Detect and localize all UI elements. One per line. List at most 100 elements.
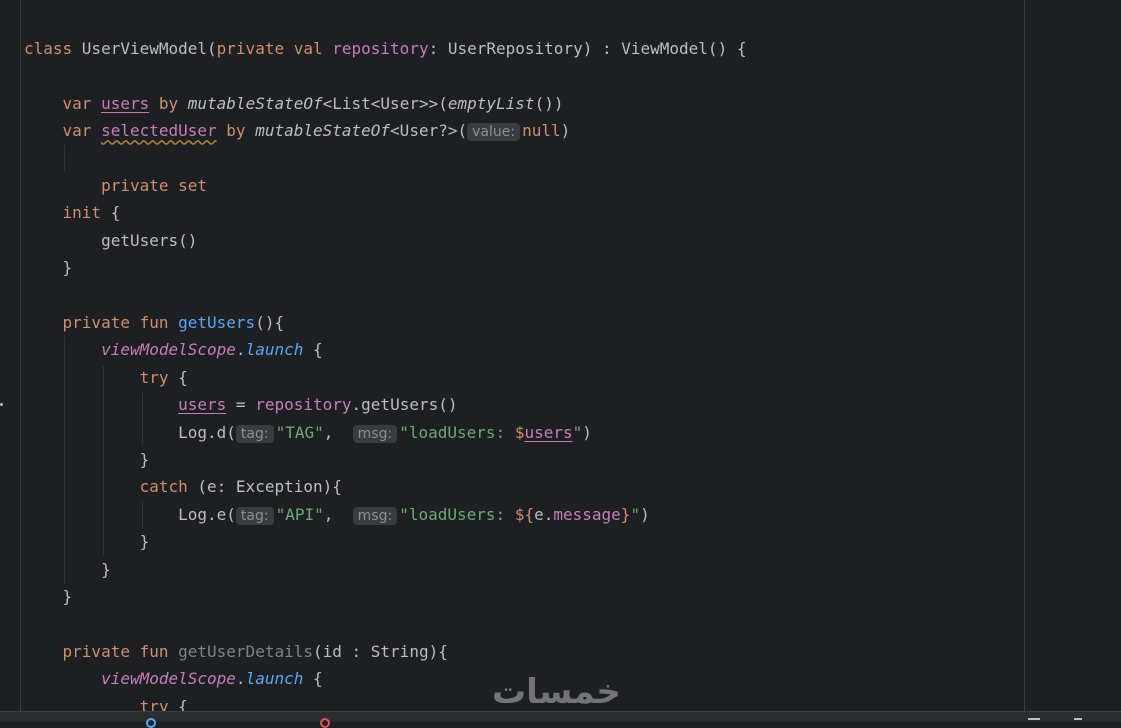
- code-token: launch: [245, 669, 304, 689]
- code-line[interactable]: private set: [24, 172, 207, 199]
- code-token: var: [62, 93, 102, 113]
- code-token: message: [553, 504, 621, 524]
- code-token: }: [24, 559, 111, 579]
- error-icon[interactable]: [320, 718, 330, 728]
- code-line[interactable]: }: [24, 528, 150, 555]
- code-token: emptyList: [447, 93, 535, 113]
- code-token: repository: [255, 395, 352, 415]
- code-token: : UserRepository) : ViewModel() {: [428, 39, 747, 58]
- code-token: private set: [101, 176, 208, 195]
- parameter-hint: msg:: [352, 506, 398, 525]
- code-token: repository: [332, 39, 429, 58]
- code-token: {: [178, 367, 188, 387]
- code-token: e.: [534, 504, 554, 524]
- code-token: ,: [323, 422, 353, 442]
- code-token: }: [620, 504, 631, 524]
- code-line[interactable]: init {: [24, 199, 121, 226]
- code-token: <User?>(: [390, 121, 468, 141]
- code-token: ): [582, 422, 592, 442]
- code-line[interactable]: try {: [24, 364, 188, 391]
- code-line[interactable]: private fun getUserDetails(id : String){: [24, 638, 448, 665]
- code-token: viewModelScope: [101, 669, 236, 689]
- code-token: {: [303, 669, 323, 689]
- code-token: init: [62, 203, 111, 223]
- code-editor[interactable]: r class UserViewModel(private val reposi…: [0, 0, 1121, 721]
- parameter-hint: tag:: [235, 506, 274, 525]
- parameter-hint: value:: [467, 123, 521, 142]
- code-line[interactable]: getUsers(): [24, 227, 197, 254]
- code-token: selectedUser: [101, 121, 217, 141]
- code-token: viewModelScope: [101, 340, 236, 360]
- watermark-logo: خمسات: [492, 672, 621, 712]
- code-line[interactable]: }: [24, 583, 73, 610]
- code-token: try: [139, 367, 179, 387]
- code-token: (e: Exception){: [197, 477, 342, 497]
- code-token: null: [522, 121, 561, 141]
- code-token: launch: [245, 340, 304, 360]
- code-token: (id : String){: [312, 641, 448, 661]
- code-token: class: [24, 39, 82, 58]
- code-line[interactable]: Log.d(tag: "TAG", msg: "loadUsers: $users"…: [24, 419, 592, 446]
- code-token: users: [524, 422, 573, 442]
- code-token: ${: [514, 504, 535, 524]
- code-token: users: [178, 395, 227, 415]
- code-token: (){: [255, 313, 285, 332]
- right-margin-guide: [1024, 0, 1025, 721]
- code-token: Log.d(: [24, 422, 236, 442]
- code-token: UserViewModel(: [81, 39, 217, 58]
- code-line[interactable]: }: [24, 254, 73, 281]
- code-line[interactable]: Log.e(tag: "API", msg: "loadUsers: ${e.mes…: [24, 501, 650, 528]
- parameter-hint: msg:: [352, 424, 398, 443]
- code-line[interactable]: catch (e: Exception){: [24, 473, 342, 500]
- code-token: {: [110, 203, 121, 223]
- code-token: getUserDetails: [178, 641, 313, 661]
- code-token: mutableStateOf: [255, 121, 391, 141]
- code-line[interactable]: users = repository.getUsers(): [24, 391, 458, 418]
- status-bar: [0, 711, 1121, 728]
- code-token: "loadUsers:: [399, 422, 515, 442]
- info-icon[interactable]: [146, 718, 156, 728]
- code-token: .: [235, 669, 246, 689]
- code-token: }: [24, 258, 73, 278]
- code-token: Log.e(: [24, 504, 236, 524]
- code-line[interactable]: var selectedUser by mutableStateOf<User?…: [24, 117, 570, 144]
- code-token: .: [235, 340, 246, 360]
- code-token: var: [62, 121, 102, 141]
- code-line[interactable]: var users by mutableStateOf<List<User>>(…: [24, 90, 564, 117]
- code-line[interactable]: }: [24, 556, 111, 583]
- code-token: =: [226, 395, 256, 415]
- code-token: "loadUsers:: [399, 504, 515, 524]
- code-token: getUsers: [178, 313, 256, 332]
- code-token: users: [101, 93, 150, 113]
- code-token: getUsers(): [24, 230, 198, 250]
- code-token: ": [630, 504, 641, 524]
- code-line[interactable]: viewModelScope.launch {: [24, 336, 323, 363]
- code-area[interactable]: class UserViewModel(private val reposito…: [24, 0, 1019, 721]
- code-token: ": [572, 422, 583, 442]
- code-token: }: [24, 532, 150, 552]
- fold-marker[interactable]: [0, 403, 3, 406]
- code-token: "API": [275, 504, 324, 524]
- code-token: }: [24, 587, 73, 606]
- code-token: private fun: [62, 313, 179, 332]
- code-token: .getUsers(): [351, 395, 458, 415]
- code-line[interactable]: viewModelScope.launch {: [24, 665, 323, 692]
- code-line[interactable]: class UserViewModel(private val reposito…: [24, 35, 746, 62]
- parameter-hint: tag:: [235, 424, 274, 443]
- code-line[interactable]: private fun getUsers(){: [24, 309, 285, 336]
- code-token: catch: [139, 477, 198, 497]
- code-token: "TAG": [275, 422, 324, 442]
- code-line[interactable]: }: [24, 446, 150, 473]
- code-token: by: [216, 121, 256, 141]
- gutter-divider: [20, 0, 21, 721]
